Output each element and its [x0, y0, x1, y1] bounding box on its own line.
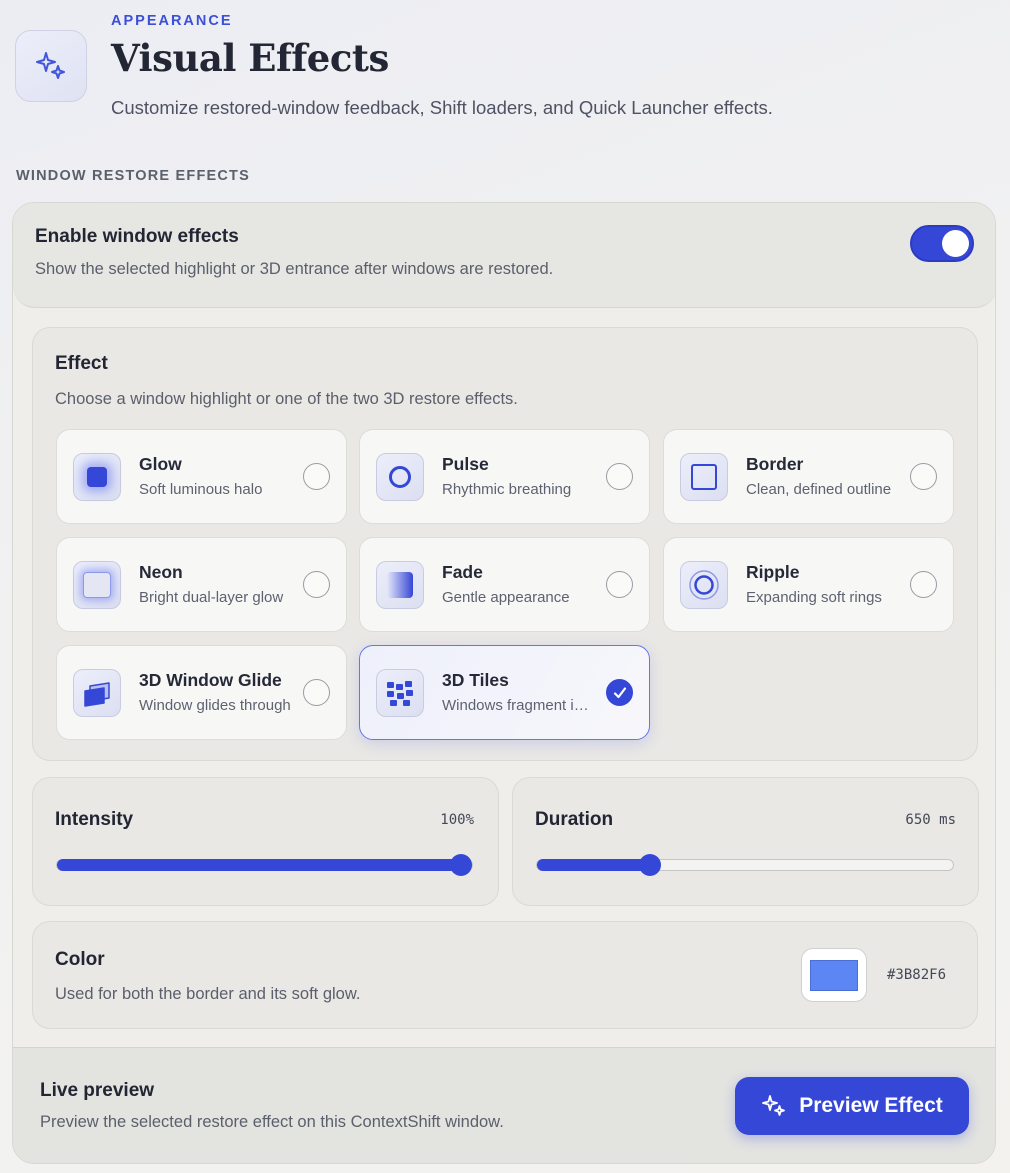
sparkles-icon [36, 52, 65, 79]
intensity-label: Intensity [55, 809, 134, 830]
live-preview-description: Preview the selected restore effect on t… [40, 1113, 504, 1131]
duration-slider[interactable] [536, 854, 954, 876]
window-restore-card: Enable window effects Show the selected … [12, 202, 996, 1164]
option-description: Expanding soft rings [746, 589, 882, 606]
page-title: Visual Effects [111, 36, 389, 80]
option-description: Window glides through [139, 697, 291, 714]
color-picker-button[interactable] [801, 948, 867, 1002]
fade-icon [376, 561, 424, 609]
option-description: Gentle appearance [442, 589, 570, 606]
duration-panel: Duration 650 ms [512, 777, 979, 906]
live-preview-bar: Live preview Preview the selected restor… [13, 1047, 995, 1163]
effect-description: Choose a window highlight or one of the … [55, 390, 518, 408]
section-eyebrow: APPEARANCE [111, 13, 233, 29]
window-glide-icon [73, 669, 121, 717]
option-radio[interactable] [303, 463, 330, 490]
option-label: Border [746, 454, 804, 474]
section-label: WINDOW RESTORE EFFECTS [16, 168, 250, 184]
enable-effects-row: Enable window effects Show the selected … [13, 203, 995, 308]
color-panel: Color Used for both the border and its s… [32, 921, 978, 1029]
option-label: Fade [442, 562, 483, 582]
tiles-icon [376, 669, 424, 717]
option-radio[interactable] [910, 571, 937, 598]
intensity-slider[interactable] [56, 854, 473, 876]
slider-fill [537, 859, 650, 871]
color-hex-value: #3B82F6 [887, 967, 947, 983]
preview-effect-label: Preview Effect [799, 1094, 943, 1117]
effect-title: Effect [55, 353, 108, 374]
preview-effect-button[interactable]: Preview Effect [735, 1077, 969, 1135]
border-icon [680, 453, 728, 501]
header-icon-box [15, 30, 87, 102]
option-label: Neon [139, 562, 183, 582]
option-description: Windows fragment into tiles [442, 697, 594, 714]
ripple-icon [680, 561, 728, 609]
option-label: Pulse [442, 454, 489, 474]
color-description: Used for both the border and its soft gl… [55, 985, 361, 1003]
effect-panel: Effect Choose a window highlight or one … [32, 327, 978, 761]
color-label: Color [55, 949, 105, 970]
option-radio[interactable] [303, 571, 330, 598]
option-description: Bright dual-layer glow [139, 589, 284, 606]
option-description: Clean, defined outline [746, 481, 892, 498]
neon-icon [73, 561, 121, 609]
effect-option-ripple[interactable]: Ripple Expanding soft rings [663, 537, 954, 632]
page-subtitle: Customize restored-window feedback, Shif… [111, 97, 773, 118]
effect-option-pulse[interactable]: Pulse Rhythmic breathing [359, 429, 650, 524]
option-description: Soft luminous halo [139, 481, 263, 498]
option-label: 3D Window Glide [139, 670, 282, 690]
checkmark-icon [613, 686, 626, 698]
color-swatch [810, 959, 858, 991]
effect-option-fade[interactable]: Fade Gentle appearance [359, 537, 650, 632]
option-radio[interactable] [303, 679, 330, 706]
option-label: Ripple [746, 562, 800, 582]
option-radio[interactable] [606, 463, 633, 490]
live-preview-title: Live preview [40, 1080, 155, 1101]
option-label: Glow [139, 454, 182, 474]
duration-label: Duration [535, 809, 614, 830]
effect-option-border[interactable]: Border Clean, defined outline [663, 429, 954, 524]
option-label: 3D Tiles [442, 670, 509, 690]
pulse-icon [376, 453, 424, 501]
effect-option-3d-window-glide[interactable]: 3D Window Glide Window glides through [56, 645, 347, 740]
enable-effects-title: Enable window effects [35, 226, 239, 247]
intensity-panel: Intensity 100% [32, 777, 499, 906]
option-description: Rhythmic breathing [442, 481, 572, 498]
option-radio[interactable] [606, 571, 633, 598]
enable-effects-description: Show the selected highlight or 3D entran… [35, 260, 554, 278]
glow-icon [73, 453, 121, 501]
slider-fill [57, 859, 461, 871]
slider-thumb[interactable] [639, 854, 661, 876]
sparkles-icon [762, 1095, 786, 1116]
effect-option-3d-tiles[interactable]: 3D Tiles Windows fragment into tiles [359, 645, 650, 740]
duration-value: 650 ms [905, 812, 956, 828]
intensity-value: 100% [440, 812, 474, 828]
effect-option-glow[interactable]: Glow Soft luminous halo [56, 429, 347, 524]
toggle-knob [942, 230, 969, 257]
option-radio-checked[interactable] [606, 679, 633, 706]
enable-effects-toggle[interactable] [910, 225, 974, 262]
slider-thumb[interactable] [450, 854, 472, 876]
effect-option-neon[interactable]: Neon Bright dual-layer glow [56, 537, 347, 632]
option-radio[interactable] [910, 463, 937, 490]
